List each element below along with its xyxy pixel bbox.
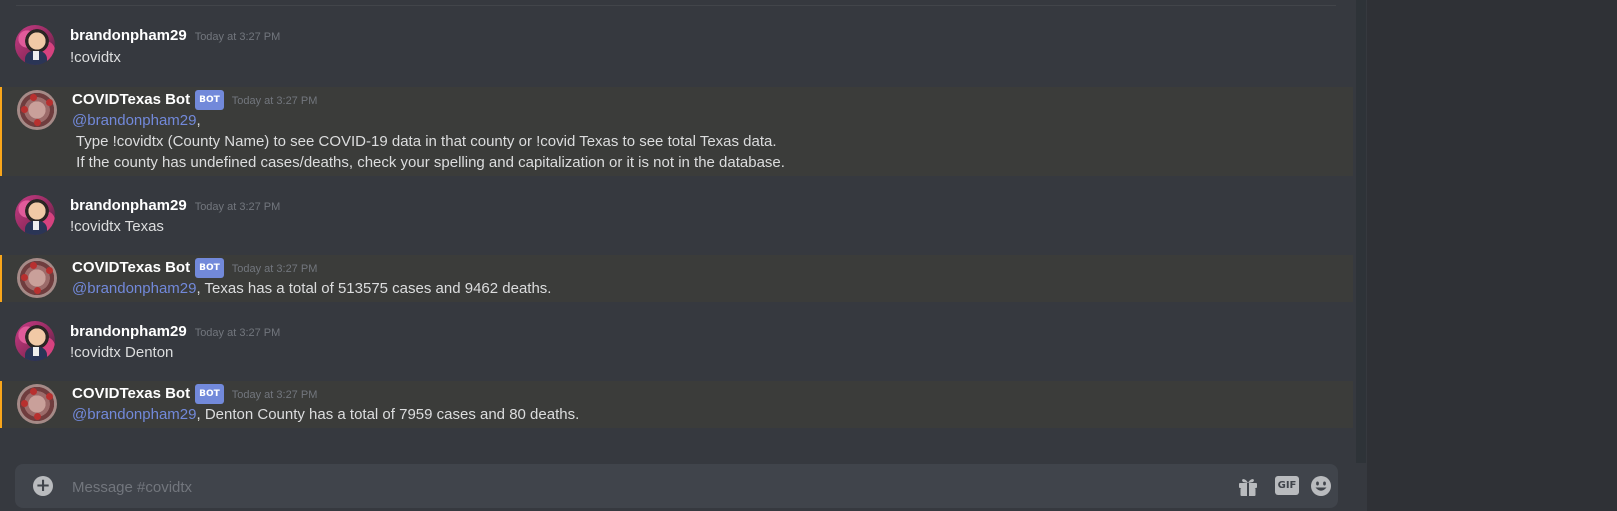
avatar-collar: [33, 221, 39, 230]
virus-spike: [46, 99, 53, 106]
mention-suffix: ,: [196, 112, 201, 129]
username[interactable]: brandonpham29: [70, 323, 187, 340]
message-header: COVIDTexas Bot BOT Today at 3:27 PM: [72, 384, 317, 404]
user-mention[interactable]: @brandonpham29: [72, 280, 196, 297]
bot-avatar[interactable]: [17, 90, 57, 130]
message-user: brandonpham29 Today at 3:27 PM !covidtx: [0, 25, 1353, 75]
message-header: brandonpham29 Today at 3:27 PM: [70, 27, 280, 46]
mention-suffix: , Texas has a total of 513575 cases and …: [196, 280, 552, 297]
chat-area: brandonpham29 Today at 3:27 PM !covidtx C…: [0, 0, 1353, 511]
message-user: brandonpham29 Today at 3:27 PM !covidtx D…: [0, 321, 1353, 371]
virus-spike: [34, 119, 41, 126]
avatar-collar: [33, 347, 39, 356]
virus-spike: [34, 413, 41, 420]
message-input[interactable]: [70, 474, 1214, 500]
message-bot: COVIDTexas Bot BOT Today at 3:27 PM @brand…: [0, 255, 1353, 302]
user-avatar[interactable]: [15, 195, 55, 235]
mention-suffix: , Denton County has a total of 7959 case…: [196, 406, 580, 423]
avatar-collar: [33, 51, 39, 60]
virus-spike: [46, 393, 53, 400]
virus-spike: [30, 262, 37, 269]
bot-badge: BOT: [195, 90, 224, 110]
username[interactable]: COVIDTexas Bot: [72, 259, 190, 276]
emoji-icon[interactable]: [1310, 475, 1332, 497]
message-header: COVIDTexas Bot BOT Today at 3:27 PM: [72, 90, 317, 110]
message-text: !covidtx: [70, 49, 121, 66]
gif-icon[interactable]: GIF: [1275, 476, 1299, 495]
bot-avatar[interactable]: [17, 384, 57, 424]
top-divider: [16, 5, 1336, 6]
message-header: brandonpham29 Today at 3:27 PM: [70, 323, 280, 342]
message-bot: COVIDTexas Bot BOT Today at 3:27 PM @brand…: [0, 87, 1353, 176]
timestamp: Today at 3:27 PM: [194, 201, 281, 213]
username[interactable]: brandonpham29: [70, 197, 187, 214]
username[interactable]: COVIDTexas Bot: [72, 91, 190, 108]
message-text: @brandonpham29, Texas has a total of 513…: [72, 278, 551, 299]
timestamp: Today at 3:27 PM: [194, 327, 281, 339]
message-text: If the county has undefined cases/deaths…: [72, 154, 785, 171]
user-mention[interactable]: @brandonpham29: [72, 406, 196, 423]
plus-circle-icon[interactable]: +: [33, 476, 53, 496]
bot-badge: BOT: [195, 384, 224, 404]
username[interactable]: brandonpham29: [70, 27, 187, 44]
virus-spike: [30, 388, 37, 395]
timestamp: Today at 3:27 PM: [231, 95, 318, 107]
message-header: COVIDTexas Bot BOT Today at 3:27 PM: [72, 258, 317, 278]
user-avatar[interactable]: [15, 25, 55, 65]
bot-badge: BOT: [195, 258, 224, 278]
message-bot: COVIDTexas Bot BOT Today at 3:27 PM @brand…: [0, 381, 1353, 428]
message-text: Type !covidtx (County Name) to see COVID…: [72, 133, 777, 150]
virus-spike: [46, 267, 53, 274]
message-composer: + GIF: [15, 464, 1338, 508]
virus-spike: [30, 94, 37, 101]
user-avatar[interactable]: [15, 321, 55, 361]
message-text: @brandonpham29,: [72, 110, 201, 131]
bot-avatar[interactable]: [17, 258, 57, 298]
timestamp: Today at 3:27 PM: [231, 263, 318, 275]
message-header: brandonpham29 Today at 3:27 PM: [70, 197, 280, 216]
message-text: @brandonpham29, Denton County has a tota…: [72, 404, 579, 425]
username[interactable]: COVIDTexas Bot: [72, 385, 190, 402]
gift-icon[interactable]: [1237, 475, 1259, 497]
virus-spike: [21, 106, 28, 113]
user-mention[interactable]: @brandonpham29: [72, 112, 196, 129]
virus-spike: [34, 287, 41, 294]
message-text: !covidtx Denton: [70, 344, 174, 361]
members-side-panel: [1367, 0, 1617, 511]
discord-app: brandonpham29 Today at 3:27 PM !covidtx C…: [0, 0, 1617, 511]
virus-spike: [21, 274, 28, 281]
message-text: !covidtx Texas: [70, 218, 164, 235]
timestamp: Today at 3:27 PM: [194, 31, 281, 43]
virus-spike: [21, 400, 28, 407]
chat-scrollbar[interactable]: [1356, 0, 1366, 463]
timestamp: Today at 3:27 PM: [231, 389, 318, 401]
message-user: brandonpham29 Today at 3:27 PM !covidtx T…: [0, 195, 1353, 245]
